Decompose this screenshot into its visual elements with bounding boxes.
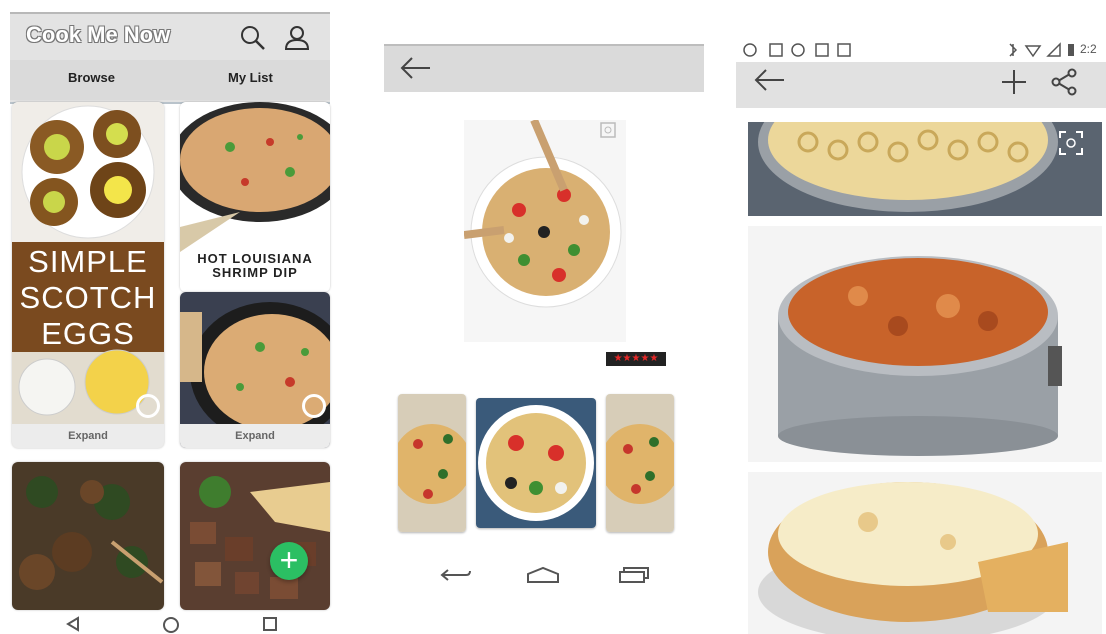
card-title-scotch-eggs: SIMPLE SCOTCH EGGS bbox=[12, 244, 164, 352]
expand-image-icon[interactable] bbox=[600, 122, 616, 138]
expand-button[interactable]: Expand bbox=[12, 424, 164, 448]
recipe-image-steak-bites bbox=[180, 462, 330, 610]
back-nav-icon[interactable] bbox=[64, 616, 82, 632]
app-title: Cook Me Now bbox=[26, 22, 171, 47]
browse-screen: Cook Me Now Browse My List SIMPLE SCOTCH… bbox=[10, 12, 332, 634]
add-icon[interactable] bbox=[1000, 68, 1028, 96]
thumbnail-pasta-salad[interactable] bbox=[476, 398, 596, 528]
home-nav-icon[interactable] bbox=[162, 616, 180, 634]
tab-browse[interactable]: Browse bbox=[68, 70, 115, 85]
title-line: SIMPLE bbox=[28, 244, 148, 279]
recipe-image-beef-broccoli bbox=[12, 462, 164, 610]
recents-nav-icon[interactable] bbox=[618, 566, 650, 584]
expand-button[interactable]: Expand bbox=[180, 424, 330, 448]
title-line: EGGS bbox=[41, 316, 135, 351]
recipe-card-shrimp-dip[interactable]: HOT LOUISIANA SHRIMP DIP bbox=[180, 102, 330, 292]
back-nav-icon[interactable] bbox=[440, 566, 472, 584]
recipe-hero-image[interactable] bbox=[464, 120, 626, 342]
tab-my-list[interactable]: My List bbox=[228, 70, 273, 85]
thumbnail-pasta-spinach-2[interactable] bbox=[606, 394, 674, 532]
step-photo-springform-pan[interactable] bbox=[748, 226, 1102, 462]
title-line: SHRIMP DIP bbox=[212, 265, 298, 280]
expand-image-icon[interactable] bbox=[1058, 130, 1084, 156]
select-ring-icon[interactable] bbox=[302, 394, 326, 418]
thumbnail-pasta-spinach[interactable] bbox=[398, 394, 466, 532]
back-arrow-icon[interactable] bbox=[400, 56, 432, 80]
tab-bar: Browse My List bbox=[10, 60, 330, 100]
title-line: HOT LOUISIANA bbox=[197, 251, 313, 266]
detail-header bbox=[384, 44, 704, 92]
recipe-card-beef-broccoli[interactable] bbox=[12, 462, 164, 610]
card-title-shrimp-dip: HOT LOUISIANA SHRIMP DIP bbox=[180, 252, 330, 280]
recipe-detail-screen: ★★★★★ bbox=[384, 44, 706, 634]
title-line: SCOTCH bbox=[19, 280, 157, 315]
rating-stars: ★★★★★ bbox=[606, 352, 666, 366]
step-photo-baked-pasta[interactable] bbox=[748, 472, 1102, 634]
notification-icons bbox=[743, 43, 851, 57]
status-time: 2:2 bbox=[1080, 42, 1097, 56]
back-arrow-icon[interactable] bbox=[754, 68, 786, 92]
status-bar: 2:2 bbox=[736, 38, 1106, 62]
recipe-steps-screen: 2:2 bbox=[736, 38, 1106, 634]
recents-nav-icon[interactable] bbox=[262, 616, 278, 632]
select-ring-icon[interactable] bbox=[136, 394, 160, 418]
recipe-card-scotch-eggs[interactable]: SIMPLE SCOTCH EGGS Expand bbox=[12, 102, 164, 448]
share-icon[interactable] bbox=[1050, 68, 1078, 96]
step-photo-rigatoni[interactable] bbox=[748, 122, 1102, 216]
system-status-icons bbox=[1009, 42, 1074, 58]
home-nav-icon[interactable] bbox=[526, 566, 560, 584]
recipe-card-skillet[interactable]: Expand bbox=[180, 292, 330, 448]
account-icon[interactable] bbox=[284, 25, 310, 51]
search-icon[interactable] bbox=[240, 25, 266, 51]
recipe-card-steak-bites[interactable]: + bbox=[180, 462, 330, 610]
add-recipe-button[interactable]: + bbox=[270, 542, 308, 580]
